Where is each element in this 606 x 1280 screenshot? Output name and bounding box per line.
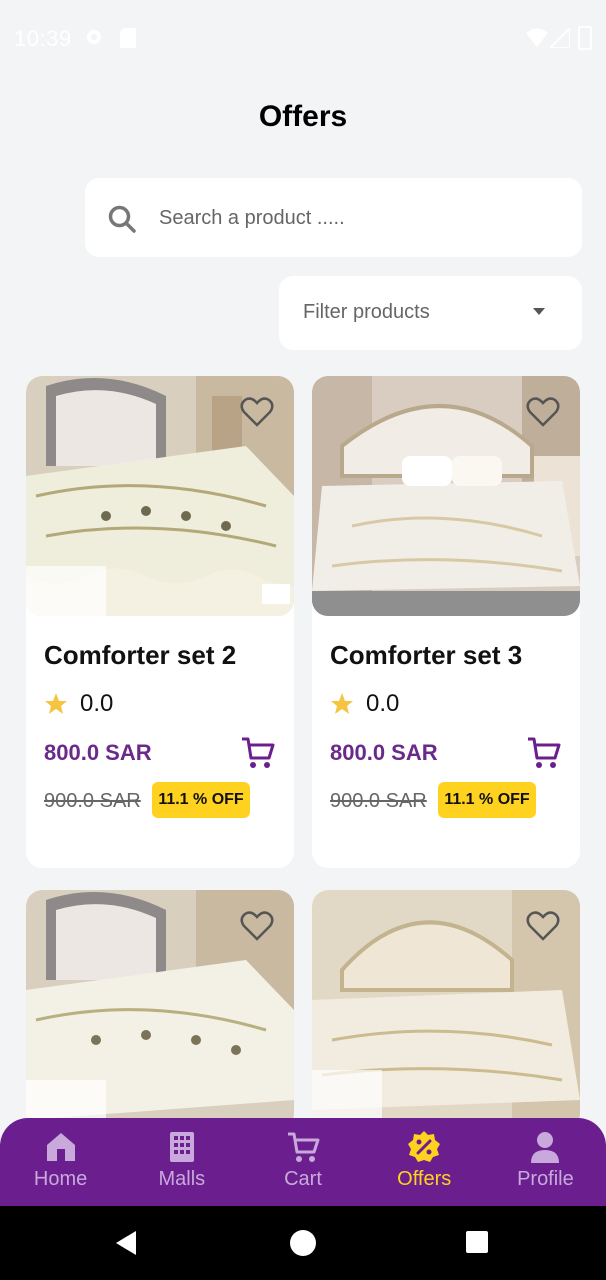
product-image[interactable] (312, 890, 580, 1130)
price: 800.0 SAR (44, 740, 152, 765)
old-price: 900.0 SAR (44, 790, 141, 812)
search-input[interactable] (159, 200, 559, 236)
price: 800.0 SAR (330, 740, 438, 765)
product-card[interactable]: Comforter set 2 0.0 800.0 SAR 900.0 SAR … (26, 376, 294, 868)
system-navigation-bar (0, 1206, 606, 1280)
building-icon (169, 1132, 194, 1162)
product-image[interactable] (26, 376, 294, 616)
product-card[interactable] (26, 890, 294, 1130)
back-icon[interactable] (114, 1230, 138, 1256)
heart-icon[interactable] (526, 396, 560, 428)
nav-item-malls[interactable]: Malls (121, 1118, 242, 1210)
nav-item-cart[interactable]: Cart (242, 1118, 363, 1210)
heart-icon[interactable] (240, 910, 274, 942)
product-card[interactable] (312, 890, 580, 1130)
product-card[interactable]: Comforter set 3 0.0 800.0 SAR 900.0 SAR … (312, 376, 580, 868)
gear-icon (87, 30, 101, 44)
page-title: Offers (258, 100, 348, 133)
sim-card-icon (120, 28, 136, 48)
product-name: Comforter set 2 (44, 640, 237, 670)
filter-dropdown[interactable]: Filter products (279, 276, 582, 350)
wifi-icon (526, 28, 548, 47)
product-name: Comforter set 3 (330, 640, 523, 670)
product-image[interactable] (26, 890, 294, 1130)
percent-badge-icon (408, 1131, 441, 1162)
nav-label: Cart (284, 1168, 322, 1190)
recents-button[interactable] (466, 1231, 488, 1253)
filter-label: Filter products (303, 301, 430, 323)
rating-value: 0.0 (366, 690, 400, 717)
search-icon (108, 205, 136, 233)
cart-icon (288, 1132, 320, 1162)
nav-label: Malls (158, 1168, 206, 1190)
status-time: 10:39 (14, 26, 72, 51)
nav-item-offers[interactable]: Offers (364, 1118, 485, 1210)
nav-item-home[interactable]: Home (0, 1118, 121, 1210)
battery-icon (578, 26, 592, 50)
discount-badge: 11.1 % OFF (438, 782, 536, 818)
add-to-cart-icon[interactable] (526, 736, 562, 770)
nav-label: Profile (517, 1168, 574, 1190)
rating-value: 0.0 (80, 690, 114, 717)
nav-item-profile[interactable]: Profile (485, 1118, 606, 1210)
old-price: 900.0 SAR (330, 790, 427, 812)
home-icon (46, 1133, 75, 1161)
signal-icon (550, 28, 570, 48)
search-box[interactable] (85, 178, 582, 257)
add-to-cart-icon[interactable] (240, 736, 276, 770)
person-icon (531, 1132, 560, 1163)
status-bar: 10:39 (0, 0, 606, 78)
star-icon (45, 693, 67, 714)
star-icon (331, 693, 353, 714)
product-image[interactable] (312, 376, 580, 616)
chevron-down-icon (533, 308, 545, 315)
nav-label: Offers (397, 1168, 452, 1190)
heart-icon[interactable] (240, 396, 274, 428)
bottom-navigation: Home Malls Cart Offers Profile (0, 1118, 606, 1210)
heart-icon[interactable] (526, 910, 560, 942)
home-button[interactable] (290, 1230, 316, 1256)
discount-badge: 11.1 % OFF (152, 782, 250, 818)
nav-label: Home (33, 1168, 88, 1190)
